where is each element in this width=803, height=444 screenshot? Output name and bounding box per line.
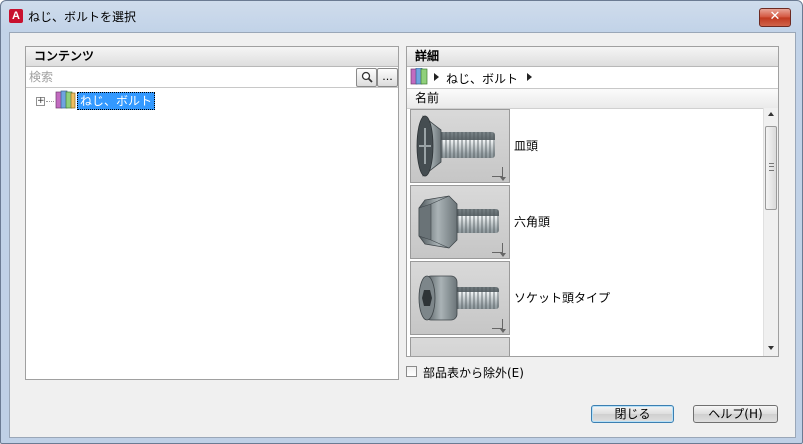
scroll-down-arrow-icon[interactable]: [768, 346, 774, 350]
window-title: ねじ、ボルトを選択: [28, 10, 137, 24]
dialog-client-area: コンテンツ ... +: [9, 32, 796, 438]
details-panel: 詳細 ねじ、ボルト 名前 皿頭 六角頭 ソケット頭タイプ: [406, 46, 779, 357]
search-button[interactable]: [356, 68, 377, 87]
scrollbar-thumb[interactable]: [765, 126, 777, 210]
thumbnail: [410, 185, 510, 259]
contents-panel: コンテンツ ... +: [25, 46, 399, 380]
thumbnail: [410, 337, 510, 356]
details-panel-header: 詳細: [407, 47, 778, 67]
grip-icon: [769, 163, 774, 171]
tree-connector-line: [46, 101, 54, 102]
thumbnail: [410, 261, 510, 335]
item-label: 六角頭: [514, 215, 551, 229]
breadcrumb-arrow-icon[interactable]: [527, 73, 532, 81]
exclude-from-bom-checkbox[interactable]: [406, 366, 417, 377]
shortcut-arrow-icon: [492, 243, 506, 257]
breadcrumb: ねじ、ボルト: [407, 67, 778, 89]
magnifier-icon: [361, 71, 373, 83]
catalog-book-icon: [55, 90, 76, 109]
dialog-window: A ねじ、ボルトを選択 ✕ コンテンツ ... +: [0, 0, 803, 444]
title-bar[interactable]: A ねじ、ボルトを選択 ✕: [1, 1, 802, 31]
list-item[interactable]: ソケット頭タイプ: [407, 260, 762, 336]
list-item[interactable]: 皿頭: [407, 108, 762, 184]
more-options-button[interactable]: ...: [377, 68, 398, 87]
search-input[interactable]: [26, 67, 357, 86]
column-header-name[interactable]: 名前: [407, 89, 778, 109]
thumbnail: [410, 109, 510, 183]
tree-item-label[interactable]: ねじ、ボルト: [77, 92, 156, 110]
autocad-app-icon: A: [9, 9, 23, 23]
vertical-scrollbar[interactable]: [763, 108, 778, 356]
shortcut-arrow-icon: [492, 319, 506, 333]
breadcrumb-arrow-icon[interactable]: [434, 73, 439, 81]
scroll-up-arrow-icon[interactable]: [768, 112, 774, 116]
breadcrumb-item[interactable]: ねじ、ボルト: [446, 70, 518, 87]
contents-panel-header: コンテンツ: [26, 47, 398, 67]
tree-expander-plus-icon[interactable]: +: [36, 97, 45, 106]
list-item[interactable]: 六角頭: [407, 184, 762, 260]
list-item[interactable]: [407, 336, 762, 356]
help-button[interactable]: ヘルプ(H): [693, 405, 778, 423]
item-label: ソケット頭タイプ: [514, 291, 611, 305]
item-label: 皿頭: [514, 139, 539, 153]
close-window-button[interactable]: ✕: [759, 8, 791, 27]
close-button[interactable]: 閉じる: [591, 405, 674, 423]
search-bar: ...: [26, 67, 398, 88]
catalog-book-icon: [410, 68, 428, 85]
parts-list: 皿頭 六角頭 ソケット頭タイプ: [407, 108, 762, 356]
exclude-from-bom-label[interactable]: 部品表から除外(E): [423, 364, 524, 381]
shortcut-arrow-icon: [492, 167, 506, 181]
